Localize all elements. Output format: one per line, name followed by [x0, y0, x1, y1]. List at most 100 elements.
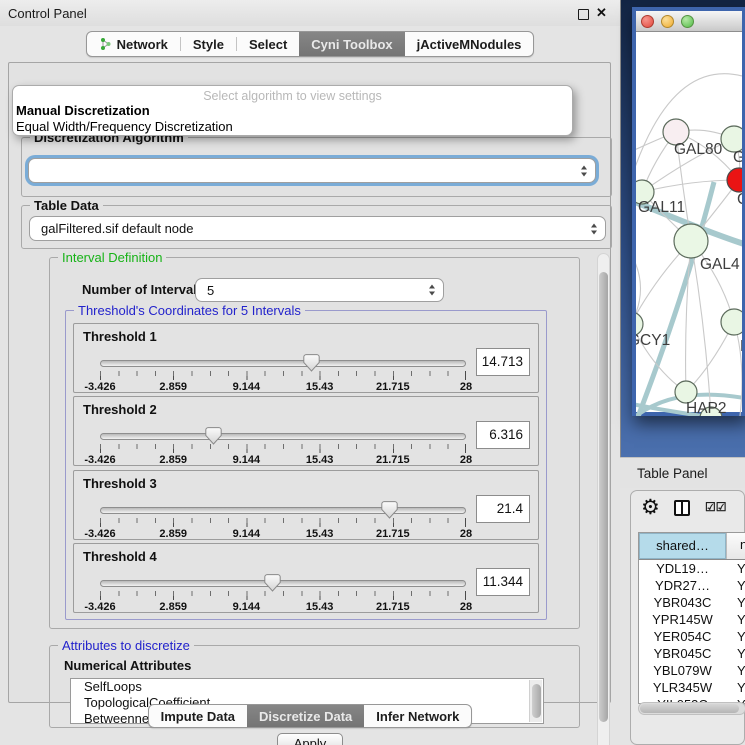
slider-tick-end — [465, 371, 466, 380]
network-graph[interactable]: GAL80 GA C GAL11 GAL4 GCY1 H HAP2 — [636, 32, 742, 416]
tick-label: 2.859 — [159, 454, 187, 466]
cell: YPR1 — [726, 611, 745, 628]
tab-label: jActiveMNodules — [417, 37, 522, 52]
tick-label: -3.426 — [84, 601, 115, 613]
tab-label: Cyni Toolbox — [311, 37, 392, 52]
float-window-icon[interactable] — [578, 9, 589, 20]
threshold-4-panel: Threshold 4 -3.426 2.859 9.144 — [73, 543, 539, 613]
dropdown-item-manual-discretization[interactable]: Manual Discretization — [13, 103, 572, 119]
slider-ticks — [100, 591, 466, 600]
tab-cyni-toolbox[interactable]: Cyni Toolbox — [299, 32, 404, 56]
column-header-name[interactable]: na — [726, 533, 745, 559]
table-horizontal-scrollbar[interactable] — [638, 702, 745, 715]
tick-label: 28 — [460, 528, 472, 540]
threshold-1-slider[interactable]: -3.426 2.859 9.144 15.43 21.715 28 — [100, 354, 466, 392]
zoom-traffic-light-icon[interactable] — [681, 15, 694, 28]
cell: YDL1 — [726, 560, 745, 577]
tick-label: 9.144 — [233, 381, 261, 393]
combo-value: galFiltered.sif default node — [41, 221, 193, 236]
slider-track[interactable] — [100, 507, 466, 514]
table-row[interactable]: YDL19…YDL1 — [639, 560, 745, 577]
node-label: GAL80 — [674, 141, 723, 158]
slider-track[interactable] — [100, 360, 466, 367]
slider-track[interactable] — [100, 580, 466, 587]
tick-label: 9.144 — [233, 601, 261, 613]
table-row[interactable]: YBL079WYBL0 — [639, 662, 745, 679]
slider-track[interactable] — [100, 433, 466, 440]
slider-tick-labels: -3.426 2.859 9.144 15.43 21.715 28 — [100, 528, 466, 540]
tab-select[interactable]: Select — [237, 32, 299, 56]
algorithm-combobox[interactable] — [28, 158, 596, 183]
slider-thumb[interactable] — [303, 354, 320, 372]
node-h[interactable] — [721, 309, 742, 335]
node-red-highlighted[interactable] — [727, 168, 742, 192]
table-data-combobox[interactable]: galFiltered.sif default node — [29, 216, 606, 241]
cyni-content-box: Discretization Algorithm Table Data galF… — [8, 62, 611, 703]
tab-infer-network[interactable]: Infer Network — [364, 705, 471, 727]
scrollbar-thumb[interactable] — [599, 272, 608, 722]
gear-icon[interactable]: ⚙ — [641, 495, 660, 521]
threshold-3-value-field[interactable]: 21.4 — [476, 495, 530, 523]
tab-discretize-data[interactable]: Discretize Data — [247, 705, 364, 727]
node-label: GAL4 — [700, 256, 740, 273]
bottom-tabbar-wrap: Impute Data Discretize Data Infer Networ… — [0, 704, 620, 728]
cell: YBL079W — [639, 662, 726, 679]
table-row[interactable]: YER054CYER0 — [639, 628, 745, 645]
threshold-label: Threshold 3 — [83, 476, 157, 491]
threshold-label: Threshold 4 — [83, 549, 157, 564]
threshold-4-slider[interactable]: -3.426 2.859 9.144 15.43 21.715 28 — [100, 574, 466, 612]
tick-label: 2.859 — [159, 601, 187, 613]
tab-jactivemnodules[interactable]: jActiveMNodules — [405, 32, 534, 56]
slider-tick-end — [465, 444, 466, 453]
column-header-shared-name[interactable]: shared… — [639, 533, 726, 559]
network-view-window[interactable]: GAL80 GA C GAL11 GAL4 GCY1 H HAP2 — [632, 7, 745, 416]
threshold-1-value-field[interactable]: 14.713 — [476, 348, 530, 376]
slider-tick-labels: -3.426 2.859 9.144 15.43 21.715 28 — [100, 381, 466, 393]
node-label: GA — [733, 149, 742, 166]
combo-value: 5 — [207, 283, 214, 298]
close-icon[interactable]: ✕ — [596, 5, 607, 21]
threshold-2-slider[interactable]: -3.426 2.859 9.144 15.43 21.715 28 — [100, 427, 466, 465]
table-row[interactable]: YPR145WYPR1 — [639, 611, 745, 628]
panel-scrollbar[interactable] — [597, 253, 610, 745]
tick-label: 15.43 — [306, 528, 334, 540]
number-of-intervals-combobox[interactable]: 5 — [195, 278, 444, 302]
tab-label: Style — [193, 37, 224, 52]
tab-style[interactable]: Style — [181, 32, 236, 56]
table-panel: ⚙ ☑☑ shared… na YDL19…YDL1 YDR27…YDR2 YB… — [630, 490, 745, 745]
tab-impute-data[interactable]: Impute Data — [149, 705, 247, 727]
threshold-label: Threshold 1 — [83, 329, 157, 344]
group-title: Attributes to discretize — [58, 638, 194, 653]
node-label: GCY1 — [636, 332, 670, 349]
table-panel-title: Table Panel — [637, 466, 708, 481]
tab-network[interactable]: Network — [87, 32, 180, 56]
tick-label: 9.144 — [233, 528, 261, 540]
tick-label: 21.715 — [376, 381, 410, 393]
slider-thumb[interactable] — [381, 501, 398, 519]
list-item[interactable]: SelfLoops — [71, 679, 543, 695]
minimize-traffic-light-icon[interactable] — [661, 15, 674, 28]
columns-icon[interactable] — [674, 500, 690, 516]
threshold-4-value-field[interactable]: 11.344 — [476, 568, 530, 596]
table-row[interactable]: YLR345WYLR3 — [639, 679, 745, 696]
node-label: HAP2 — [686, 400, 727, 416]
slider-tick-labels: -3.426 2.859 9.144 15.43 21.715 28 — [100, 601, 466, 613]
node-gal4[interactable] — [674, 224, 708, 258]
dropdown-item-equal-width-frequency[interactable]: Equal Width/Frequency Discretization — [13, 119, 572, 135]
slider-thumb[interactable] — [264, 574, 281, 592]
threshold-3-slider[interactable]: -3.426 2.859 9.144 15.43 21.715 28 — [100, 501, 466, 539]
table-row[interactable]: YBR043CYBR0 — [639, 594, 745, 611]
slider-thumb[interactable] — [205, 427, 222, 445]
table-row[interactable]: YDR27…YDR2 — [639, 577, 745, 594]
checkboxes-icon[interactable]: ☑☑ — [705, 500, 727, 514]
slider-ticks — [100, 444, 466, 453]
cell: YER0 — [726, 628, 745, 645]
combo-stepper-icon — [581, 165, 587, 176]
table-row[interactable]: YBR045CYBR0 — [639, 645, 745, 662]
scrollbar-thumb[interactable] — [640, 704, 739, 713]
cell: YDR27… — [639, 577, 726, 594]
close-traffic-light-icon[interactable] — [641, 15, 654, 28]
apply-button[interactable]: Apply — [277, 733, 343, 745]
threshold-2-panel: Threshold 2 -3.426 2.859 9.144 — [73, 396, 539, 466]
threshold-2-value-field[interactable]: 6.316 — [476, 421, 530, 449]
